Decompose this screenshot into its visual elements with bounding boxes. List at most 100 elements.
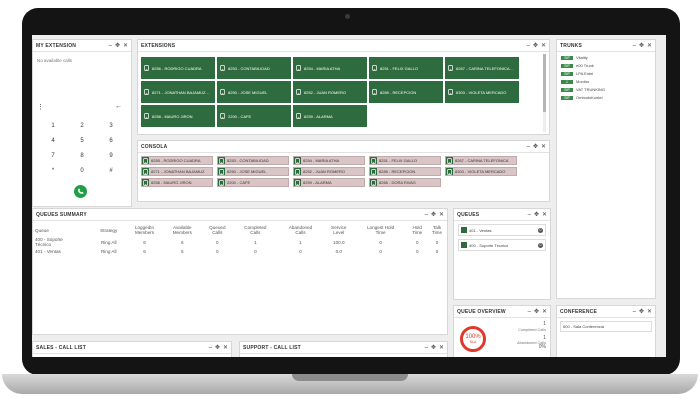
extension-button[interactable]: 8256 - RODRIGO CUADRA	[141, 57, 215, 79]
queue-name-line: 401 - Ventas	[35, 249, 61, 254]
close-icon[interactable]: ✕	[123, 43, 128, 49]
close-icon[interactable]: ✕	[439, 345, 444, 351]
console-label: 8252 - JUAN ROMERO	[303, 169, 346, 174]
console-button[interactable]: 8289 - RECEPCION	[369, 167, 441, 176]
dial-key[interactable]: 1	[47, 123, 59, 129]
dial-key[interactable]: 8	[76, 153, 88, 159]
console-button[interactable]: 8259 - ALARMA	[293, 178, 365, 187]
console-label: 8255 - RODRIGO CUADRA	[151, 158, 201, 163]
extension-button[interactable]: 8267 - CARINA TELEFONICA...	[445, 57, 519, 79]
extension-button[interactable]: 8303 - VIOLETA MERCADO	[445, 81, 519, 103]
extension-button[interactable]: 8252 - JUAN ROMERO	[293, 81, 367, 103]
move-icon[interactable]: ✥	[115, 43, 120, 49]
minimize-icon[interactable]: –	[425, 345, 428, 351]
console-label: 8258 - MAURO JIRON	[151, 180, 192, 185]
minimize-icon[interactable]: –	[528, 309, 531, 315]
move-icon[interactable]: ✥	[431, 212, 436, 218]
close-icon[interactable]: ✕	[223, 345, 228, 351]
close-icon[interactable]: ✕	[542, 309, 547, 315]
move-icon[interactable]: ✥	[215, 345, 220, 351]
extension-button[interactable]: 8254 - MARIA ATHA	[293, 57, 367, 79]
extension-button[interactable]: 8258 - MAURO JIRON	[141, 105, 215, 127]
console-button[interactable]: 8250 - JOSE MIGUEL	[217, 167, 289, 176]
dial-key[interactable]: 5	[76, 138, 88, 144]
backspace-icon[interactable]: ←	[115, 103, 122, 110]
phone-icon	[218, 168, 225, 175]
minimize-icon[interactable]: –	[528, 212, 531, 218]
extension-label: 8256 - RODRIGO CUADRA	[152, 65, 202, 71]
trunk-item[interactable]: SIP LPA Entel	[561, 71, 655, 76]
console-label: 8267 - CARINA TELEFONICA	[455, 158, 509, 163]
minimize-icon[interactable]: –	[527, 144, 530, 150]
phone-icon	[142, 168, 149, 175]
move-icon[interactable]: ✥	[534, 212, 539, 218]
dial-key[interactable]: 7	[47, 153, 59, 159]
dial-key[interactable]: 4	[47, 138, 59, 144]
minimize-icon[interactable]: –	[633, 309, 636, 315]
extension-button[interactable]: 2200 - CAFE	[217, 105, 291, 127]
close-icon[interactable]: ✕	[542, 212, 547, 218]
move-icon[interactable]: ✥	[639, 43, 644, 49]
queue-item[interactable]: 400 - Soporte Técnico 0	[458, 239, 546, 251]
console-button[interactable]: 8303 - VIOLETA MERCADO	[445, 167, 517, 176]
sla-label: SLA	[469, 340, 477, 344]
console-button[interactable]: 8266 - DORA RIVAS	[369, 178, 441, 187]
dial-key[interactable]: 0	[76, 168, 88, 174]
console-button[interactable]: 8258 - MAURO JIRON	[141, 178, 213, 187]
conference-item[interactable]: 600 - Sala Conferencia	[560, 321, 652, 332]
move-icon[interactable]: ✥	[639, 309, 644, 315]
extension-button[interactable]: 8289 - RECEPCION	[369, 81, 443, 103]
minimize-icon[interactable]: –	[425, 212, 428, 218]
phone-icon	[372, 64, 378, 72]
move-icon[interactable]: ✥	[533, 43, 538, 49]
move-icon[interactable]: ✥	[431, 345, 436, 351]
dial-key[interactable]: 6	[105, 138, 117, 144]
console-button[interactable]: 8253 - CONTABILIDAD	[217, 156, 289, 165]
column-header: Talk Time	[427, 224, 447, 236]
console-label: 8289 - RECEPCION	[379, 169, 416, 174]
console-button[interactable]: 8254 - MARIA ATHA	[293, 156, 365, 165]
table-cell: 0	[415, 239, 419, 245]
more-icon[interactable]: ⋮	[37, 103, 44, 111]
trunk-item[interactable]: SIP OmbudsKontel	[561, 95, 655, 100]
extension-button[interactable]: 8271 - JONATHAN BAJAMUZ...	[141, 81, 215, 103]
console-label: 2200 - CAFE	[227, 180, 251, 185]
close-icon[interactable]: ✕	[541, 144, 546, 150]
minimize-icon[interactable]: –	[633, 43, 636, 49]
trunk-item[interactable]: SIP VAT TRUNKING	[561, 87, 655, 92]
dial-key[interactable]: 9	[105, 153, 117, 159]
console-button[interactable]: 8267 - CARINA TELEFONICA	[445, 156, 517, 165]
queue-label-wrap: 400 - Soporte Técnico	[461, 242, 508, 248]
console-button[interactable]: 8251 - FELIX GALLO	[369, 156, 441, 165]
move-icon[interactable]: ✥	[533, 144, 538, 150]
dial-key[interactable]: 2	[76, 123, 88, 129]
phone-icon	[448, 64, 454, 72]
console-button[interactable]: 8271 - JONATHAN BAJAMUZ	[141, 167, 213, 176]
dial-key[interactable]: 3	[105, 123, 117, 129]
minimize-icon[interactable]: –	[209, 345, 212, 351]
trunk-item[interactable]: SIP e00 Trunk	[561, 63, 655, 68]
queue-name: 401 - Ventas	[469, 227, 492, 233]
close-icon[interactable]: ✕	[647, 309, 652, 315]
minimize-icon[interactable]: –	[527, 43, 530, 49]
dial-key[interactable]: #	[105, 168, 117, 174]
extension-button[interactable]: 8259 - ALARMA	[293, 105, 367, 127]
minimize-icon[interactable]: –	[109, 43, 112, 49]
close-icon[interactable]: ✕	[541, 43, 546, 49]
console-button[interactable]: 8255 - RODRIGO CUADRA	[141, 156, 213, 165]
extension-button[interactable]: 8250 - JOSE MIGUEL	[217, 81, 291, 103]
move-icon[interactable]: ✥	[534, 309, 539, 315]
extension-button[interactable]: 8251 - FELIX GALLO	[369, 57, 443, 79]
trunk-item[interactable]: SIP Vitality	[561, 55, 655, 60]
dial-key[interactable]: *	[47, 168, 59, 174]
column-header: Hold Time	[407, 224, 427, 236]
console-button[interactable]: 2200 - CAFE	[217, 178, 289, 187]
call-button[interactable]	[74, 185, 87, 198]
close-icon[interactable]: ✕	[439, 212, 444, 218]
scrollbar[interactable]	[543, 54, 546, 132]
trunk-item[interactable]: 1 Monitor	[561, 79, 655, 84]
close-icon[interactable]: ✕	[647, 43, 652, 49]
console-button[interactable]: 8252 - JUAN ROMERO	[293, 167, 365, 176]
extension-button[interactable]: 8253 - CONTABILIDAD	[217, 57, 291, 79]
queue-item[interactable]: 401 - Ventas 0	[458, 224, 546, 236]
